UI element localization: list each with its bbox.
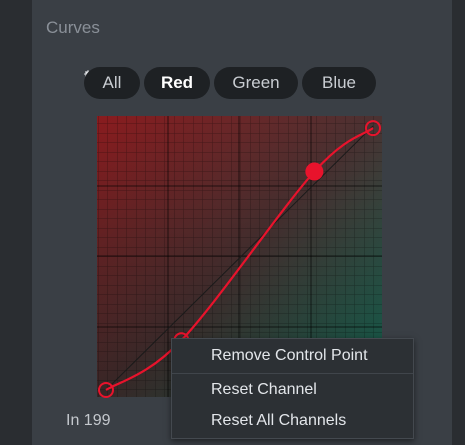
channel-tabs: All Red Green Blue: [84, 67, 376, 99]
menu-item-reset-channel[interactable]: Reset Channel: [172, 377, 413, 403]
tab-green[interactable]: Green: [214, 67, 298, 99]
tab-blue[interactable]: Blue: [302, 67, 376, 99]
context-menu: Remove Control Point Reset Channel Reset…: [171, 338, 414, 439]
menu-item-reset-all-channels[interactable]: Reset All Channels: [172, 408, 413, 434]
tab-all[interactable]: All: [84, 67, 140, 99]
menu-divider: [172, 373, 413, 374]
selected-control-point[interactable]: [305, 162, 324, 181]
panel-title: Curves: [46, 18, 100, 37]
tab-red[interactable]: Red: [144, 67, 210, 99]
menu-item-remove-control-point[interactable]: Remove Control Point: [172, 343, 413, 369]
input-readout: In 199: [66, 412, 111, 429]
